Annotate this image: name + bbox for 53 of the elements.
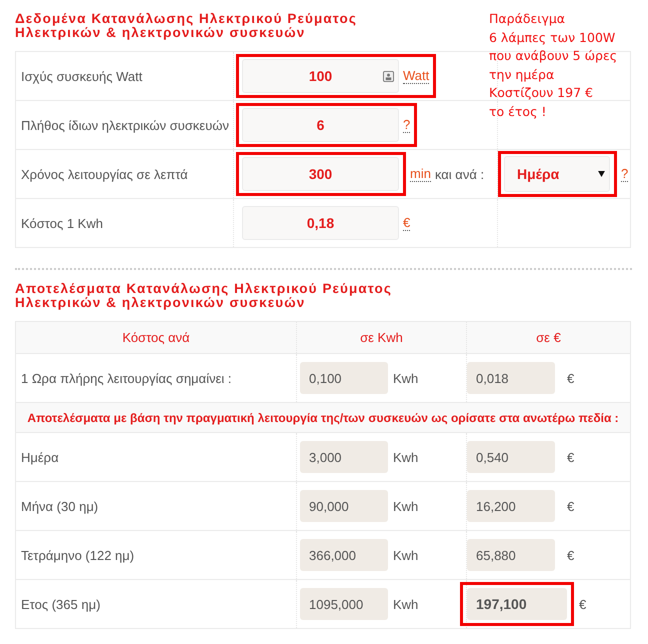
help-link[interactable]: ? (621, 166, 628, 182)
column-header: σε € (536, 330, 561, 345)
field-label: Χρόνος λειτουργίας σε λεπτά (16, 150, 234, 198)
row-label: Μήνα (30 ημ) (16, 482, 297, 530)
unit-label: € (579, 596, 586, 612)
output-field: 197,100 (467, 588, 567, 620)
note-text: που ανάβουν 5 ώρες (489, 47, 618, 65)
row-label: Ημέρα (16, 433, 297, 481)
section-title: Αποτελέσματα Κατανάλωσης Ηλεκτρικού Ρεύματος Ηλεκτρικών & ηλεκτρονικών συσκευών (15, 282, 392, 310)
note-text: το έτος ! (489, 102, 548, 120)
note-text: την ημέρα (489, 66, 556, 84)
unit-label: Kwh (393, 596, 418, 612)
output-field: 90,000 (300, 490, 388, 522)
unit-label: € (567, 548, 574, 562)
field-label: Πλήθος ίδιων ηλεκτρικών συσκευών (16, 101, 234, 149)
output-field: 16,200 (467, 490, 555, 522)
output-field: 0,100 (300, 362, 388, 394)
field-label: Ισχύς συσκευής Watt (16, 52, 234, 100)
unit-label: € (567, 498, 574, 514)
help-link[interactable]: Watt (403, 68, 430, 84)
input-field[interactable]: 0,18 (242, 206, 399, 240)
output-field: 366,000 (300, 539, 388, 571)
row-label: Ετος (365 ημ) (16, 580, 297, 628)
contact-card-icon[interactable] (383, 71, 394, 82)
section-label: Αποτελέσματα με βάση την πραγματική λειτουργία της/των συσκευών ως ορίσατε στα ανωτέρω πεδία : (27, 410, 619, 424)
connector-text: και ανά : (434, 166, 484, 182)
help-link[interactable]: min (410, 166, 431, 182)
section-title: Δεδομένα Κατανάλωσης Ηλεκτρικού Ρεύματος Ηλεκτρικών & ηλεκτρονικών συσκευών (15, 12, 357, 40)
unit-label: € (567, 370, 574, 386)
field-label: Κόστος 1 Kwh (16, 199, 234, 247)
note-text: 6 λάμπες των 100W (489, 28, 616, 47)
input-field[interactable]: 300 (242, 157, 399, 191)
help-link[interactable]: € (403, 216, 410, 230)
column-header: σε Kwh (360, 330, 403, 345)
help-link[interactable]: ? (403, 118, 410, 132)
period-dropdown[interactable]: Ημέρα (504, 156, 610, 192)
unit-label: Kwh (393, 450, 418, 464)
output-field: 0,018 (467, 362, 555, 394)
unit-label: Kwh (393, 548, 418, 562)
unit-label: € (567, 450, 574, 464)
unit-label: Kwh (393, 370, 418, 386)
note-text: Κοστίζουν 197 € (489, 84, 594, 102)
unit-label: Kwh (393, 498, 418, 514)
output-field: 3,000 (300, 441, 388, 473)
note-text: Παράδειγμα (489, 10, 566, 28)
output-field: 65,880 (467, 539, 555, 571)
column-header: Κόστος ανά (122, 330, 190, 345)
input-field[interactable]: 100 (242, 59, 399, 93)
row-label: Τετράμηνο (122 ημ) (16, 531, 297, 579)
input-field[interactable]: 6 (242, 108, 399, 142)
output-field: 1095,000 (300, 588, 388, 620)
output-field: 0,540 (467, 441, 555, 473)
caret-icon (598, 171, 605, 177)
